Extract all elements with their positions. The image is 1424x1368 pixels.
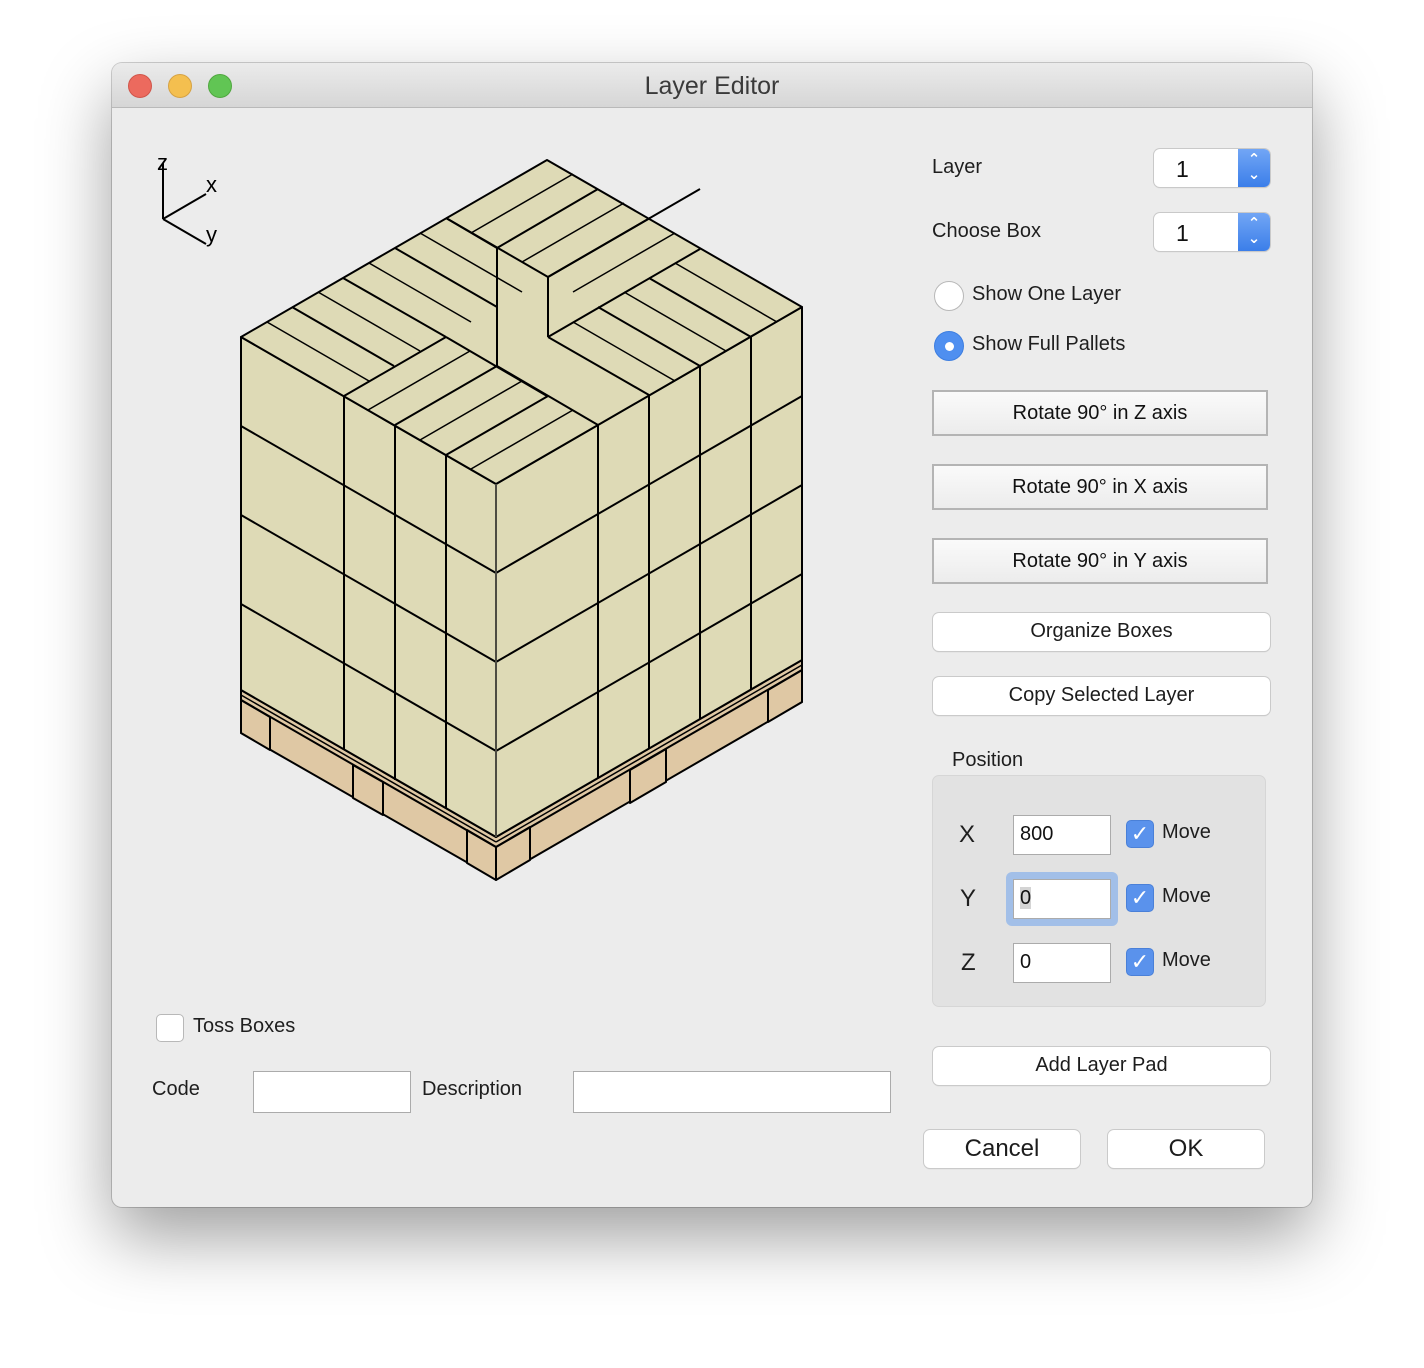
position-x-label: X: [959, 821, 976, 848]
position-z-input[interactable]: 0: [1013, 943, 1111, 983]
copy-selected-layer-button[interactable]: Copy Selected Layer: [933, 677, 1270, 715]
toss-boxes-checkbox[interactable]: [156, 1014, 184, 1042]
rotate-y-button[interactable]: Rotate 90° in Y axis: [932, 538, 1268, 584]
move-z-checkbox[interactable]: ✓: [1126, 948, 1154, 976]
choose-box-value[interactable]: 1: [1176, 220, 1189, 247]
chevron-down-icon[interactable]: ⌄: [1238, 167, 1270, 182]
title-bar: Layer Editor: [112, 63, 1312, 108]
axis-indicator-icon: z x y: [157, 153, 217, 247]
move-x-checkbox[interactable]: ✓: [1126, 820, 1154, 848]
toss-boxes-label[interactable]: Toss Boxes: [193, 1015, 295, 1038]
window-title: Layer Editor: [644, 72, 780, 100]
chevron-up-icon[interactable]: ⌃: [1238, 152, 1270, 167]
pallet-3d-view[interactable]: [230, 151, 810, 891]
checkmark-icon: ✓: [1130, 885, 1150, 910]
axis-y-label: y: [206, 222, 217, 247]
layer-stepper-arrows[interactable]: ⌃ ⌄: [1238, 149, 1270, 187]
description-input[interactable]: [573, 1071, 891, 1113]
layer-value[interactable]: 1: [1176, 156, 1189, 183]
rotate-z-button[interactable]: Rotate 90° in Z axis: [932, 390, 1268, 436]
cancel-button[interactable]: Cancel: [924, 1130, 1080, 1168]
position-y-value[interactable]: 0: [1020, 887, 1032, 909]
chevron-down-icon[interactable]: ⌄: [1238, 231, 1270, 246]
show-full-pallets-label[interactable]: Show Full Pallets: [972, 333, 1125, 356]
choose-box-label: Choose Box: [932, 220, 1041, 242]
code-input[interactable]: [253, 1071, 411, 1113]
axis-x-label: x: [206, 172, 217, 197]
show-one-layer-label[interactable]: Show One Layer: [972, 283, 1121, 306]
position-group-label: Position: [952, 749, 1024, 771]
show-one-layer-radio[interactable]: [934, 281, 964, 311]
position-y-input[interactable]: 0: [1013, 879, 1111, 919]
position-x-input[interactable]: 800: [1013, 815, 1111, 855]
layer-stepper[interactable]: 1 ⌃ ⌄: [1154, 149, 1270, 187]
choose-box-stepper[interactable]: 1 ⌃ ⌄: [1154, 213, 1270, 251]
chevron-up-icon[interactable]: ⌃: [1238, 216, 1270, 231]
rotate-x-button[interactable]: Rotate 90° in X axis: [932, 464, 1268, 510]
move-y-label: Move: [1162, 885, 1211, 907]
organize-boxes-button[interactable]: Organize Boxes: [933, 613, 1270, 651]
checkmark-icon: ✓: [1130, 949, 1150, 974]
position-y-label: Y: [960, 885, 977, 912]
show-full-pallets-radio[interactable]: [934, 331, 964, 361]
move-y-checkbox[interactable]: ✓: [1126, 884, 1154, 912]
description-label: Description: [422, 1078, 523, 1100]
choose-box-stepper-arrows[interactable]: ⌃ ⌄: [1238, 213, 1270, 251]
code-label: Code: [152, 1078, 200, 1100]
layer-editor-window: Layer Editor z x y Layer 1 ⌃ ⌄ Choose Bo…: [112, 63, 1312, 1207]
position-z-label: Z: [961, 949, 976, 976]
move-z-label: Move: [1162, 949, 1211, 971]
layer-label: Layer: [932, 156, 983, 178]
checkmark-icon: ✓: [1130, 821, 1150, 846]
add-layer-pad-button[interactable]: Add Layer Pad: [933, 1047, 1270, 1085]
axis-z-label: z: [157, 153, 168, 175]
ok-button[interactable]: OK: [1108, 1130, 1264, 1168]
move-x-label: Move: [1162, 821, 1211, 843]
